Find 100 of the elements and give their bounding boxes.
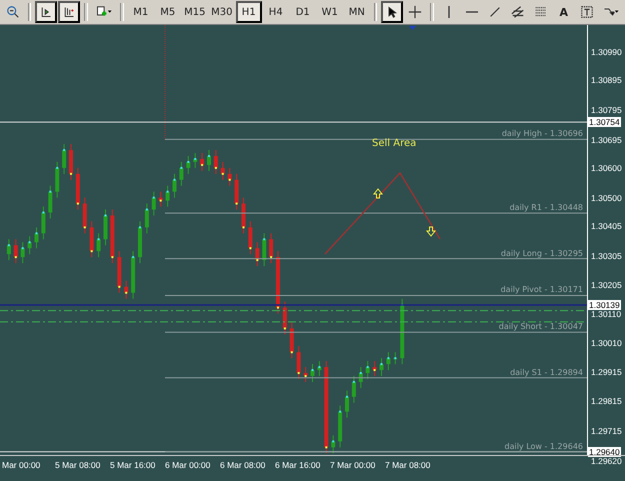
period-button[interactable]: H1 [236,1,262,23]
period-button[interactable]: M15 [182,1,208,23]
price-label: 1.30795 [591,104,622,115]
candlestick [317,360,322,377]
candlestick [282,301,287,335]
candlestick [186,155,190,174]
candlestick [69,144,73,180]
candlestick [228,167,232,186]
price-label: 1.30205 [591,280,622,290]
period-button[interactable]: H4 [262,1,289,23]
candlestick [352,375,356,404]
price-label: 1.29815 [591,396,622,406]
candlestick [193,152,198,168]
level-label: daily S1 - 1.29894 [510,368,583,377]
candlestick [158,191,163,208]
price-label: 1.30305 [591,250,622,261]
candlestick [338,405,342,448]
toolbar-button[interactable] [381,1,404,23]
time-label: 7 Mar 00:00 [330,460,376,470]
period-button[interactable]: M1 [128,1,154,23]
candlestick [62,144,66,174]
candlestick [269,232,274,264]
candlestick [48,185,52,220]
candlestick [90,220,94,258]
candlestick [96,232,101,258]
candlestick [76,167,80,210]
price-label: 1.29620 [591,456,622,466]
toolbar-button[interactable]: A [552,1,575,23]
period-button[interactable]: M30 [208,1,235,23]
candlestick [20,242,25,264]
candlestick [290,322,294,359]
candlestick [179,161,184,186]
candlestick [248,220,252,255]
candlestick [41,206,46,240]
candlestick [55,161,60,198]
candlestick [144,203,149,234]
price-label: 1.30600 [591,162,622,173]
candlestick [104,209,108,246]
up-arrow-icon [372,188,384,198]
time-label: Mar 00:00 [2,460,40,470]
candlestick [166,185,170,208]
candlestick [242,197,246,234]
level-label: daily High - 1.30696 [502,129,583,138]
candlestick [117,250,122,294]
price-label: 1.29715 [591,426,622,436]
candlestick [234,173,239,210]
vertical-line-icon [448,6,450,18]
period-button[interactable]: M5 [154,1,181,23]
price-label: 1.30895 [591,75,622,86]
candlestick [124,280,128,300]
toolbar-button[interactable] [58,1,80,23]
candlestick [28,236,32,255]
candlestick [372,360,377,377]
annotation-text: Sell Area [372,138,416,149]
candlestick [152,191,156,216]
candlestick [296,346,301,380]
channel-icon [510,4,525,20]
time-label: 7 Mar 08:00 [385,460,430,470]
candlestick [14,238,18,264]
candlestick [214,150,218,174]
horizontal-line-icon [466,11,478,13]
price-label: 1.30695 [591,134,622,145]
period-button[interactable]: MN [344,1,370,23]
level-label: daily Pivot - 1.30171 [500,285,583,294]
candlestick [400,298,404,365]
price-marker: 1.30754 [588,117,621,128]
candlestick [172,173,176,198]
time-label: 6 Mar 16:00 [275,460,320,470]
price-label: 1.30010 [591,338,622,348]
candlestick [262,232,266,267]
candlestick [276,250,280,314]
candlestick [393,352,398,365]
candlestick [110,209,114,264]
candlestick [366,360,370,380]
period-button[interactable]: D1 [290,1,316,23]
down-arrow-icon [426,226,436,237]
candlestick [82,197,87,234]
toolbar-button[interactable] [35,1,58,23]
candlestick [131,250,136,300]
time-label: 5 Mar 08:00 [55,460,100,470]
text-label-icon [580,4,594,20]
period-button[interactable]: W1 [316,1,343,23]
cursor-icon [386,4,398,20]
text-tool-label: A [559,6,568,18]
candlestick [138,220,142,264]
zoom-out-icon [6,4,20,20]
crosshair-icon [408,4,422,20]
price-marker: 1.29640 [588,446,621,457]
candlestick [304,366,308,382]
candlestick [380,358,384,377]
candlestick [220,161,225,180]
level-label: daily R1 - 1.30448 [510,203,583,212]
candlestick [207,150,211,172]
candlestick [6,238,11,261]
price-label: 1.30990 [591,47,622,57]
price-label: 1.30500 [591,192,622,203]
candlestick [255,242,260,267]
level-label: daily Low - 1.29646 [504,442,583,450]
candlestick [358,366,363,388]
candlestick [331,434,336,454]
